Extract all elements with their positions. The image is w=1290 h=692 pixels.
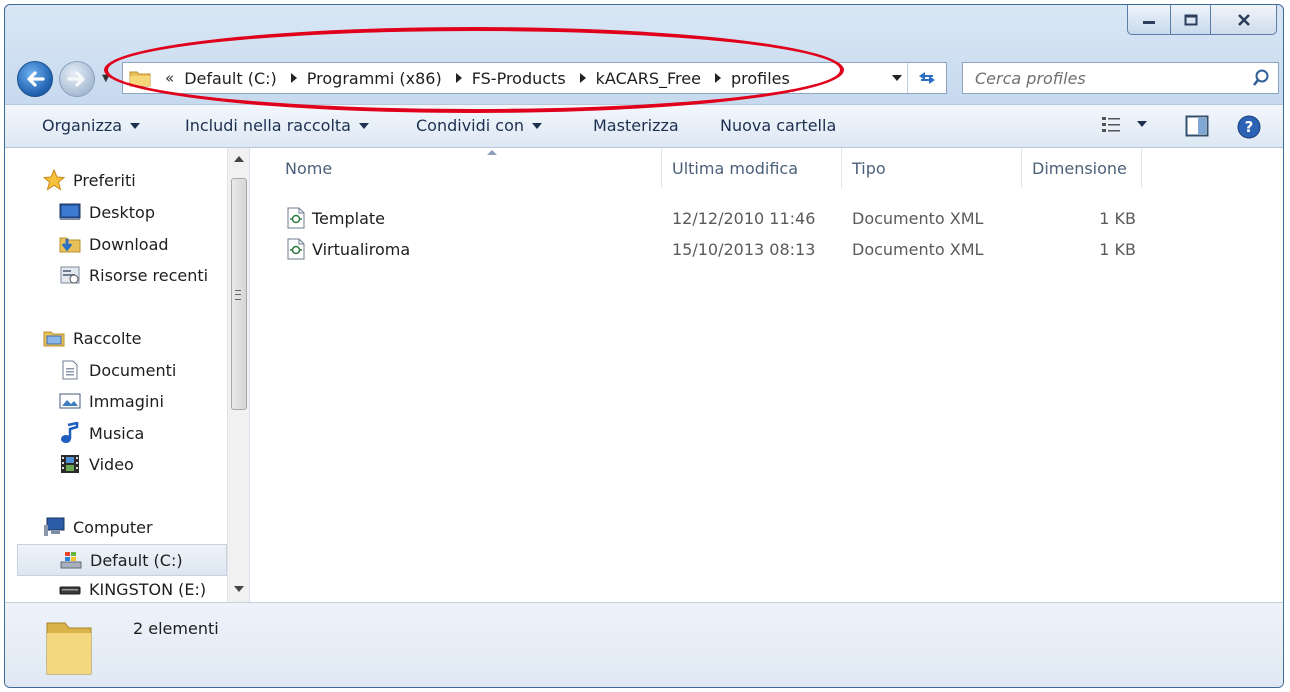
libraries-icon bbox=[43, 328, 65, 348]
recent-pages-dropdown[interactable]: ▼ bbox=[102, 73, 110, 84]
preview-pane-icon bbox=[1185, 115, 1209, 137]
arrow-right-icon bbox=[67, 71, 85, 87]
refresh-button[interactable] bbox=[907, 63, 946, 93]
nav-favorites[interactable]: Preferiti bbox=[43, 169, 136, 191]
sort-ascending-icon bbox=[487, 150, 497, 155]
column-header-name[interactable]: Nome bbox=[275, 148, 662, 188]
maximize-button[interactable] bbox=[1171, 5, 1211, 35]
include-in-library-menu[interactable]: Includi nella raccolta bbox=[185, 116, 369, 135]
address-dropdown-icon[interactable] bbox=[892, 75, 902, 81]
svg-text:?: ? bbox=[1245, 118, 1254, 136]
table-row[interactable]: Virtualiroma 15/10/2013 08:13 Documento … bbox=[250, 234, 1150, 264]
music-icon bbox=[59, 422, 81, 443]
details-pane: 2 elementi bbox=[5, 602, 1283, 687]
nav-libraries[interactable]: Raccolte bbox=[43, 328, 142, 348]
navigation-pane: Preferiti Desktop Download Risorse recen… bbox=[5, 148, 250, 602]
folder-icon bbox=[46, 622, 92, 675]
nav-item-music[interactable]: Musica bbox=[59, 422, 144, 443]
chevron-down-icon bbox=[1137, 121, 1147, 127]
file-size: 1 KB bbox=[1099, 209, 1136, 228]
video-icon bbox=[59, 454, 81, 474]
navigation-row: ▼ « Default (C:) Programmi (x86) FS-Prod… bbox=[5, 49, 1283, 101]
file-modified: 12/12/2010 11:46 bbox=[672, 209, 816, 228]
breadcrumb-chevron-icon[interactable] bbox=[579, 73, 586, 83]
document-icon bbox=[59, 360, 81, 380]
close-icon bbox=[1237, 13, 1250, 26]
download-folder-icon bbox=[59, 234, 81, 254]
file-name: Virtualiroma bbox=[312, 240, 411, 259]
help-button[interactable]: ? bbox=[1237, 115, 1261, 139]
breadcrumb-overflow[interactable]: « bbox=[165, 69, 174, 87]
breadcrumb-item[interactable]: profiles bbox=[731, 69, 790, 88]
breadcrumb-item[interactable]: Default (C:) bbox=[184, 69, 277, 88]
search-input[interactable] bbox=[973, 67, 1247, 89]
maximize-icon bbox=[1184, 14, 1197, 25]
breadcrumb-item[interactable]: kACARS_Free bbox=[596, 69, 701, 88]
arrow-left-icon bbox=[27, 71, 45, 87]
change-view-button[interactable] bbox=[1101, 115, 1147, 133]
nav-computer[interactable]: Computer bbox=[43, 517, 153, 537]
minimize-icon bbox=[1143, 20, 1155, 24]
breadcrumb-item[interactable]: FS-Products bbox=[472, 69, 566, 88]
removable-drive-icon bbox=[59, 579, 81, 599]
recent-places-icon bbox=[59, 265, 81, 285]
column-header-type[interactable]: Tipo bbox=[842, 148, 1022, 188]
nav-item-kingston-e[interactable]: KINGSTON (E:) bbox=[59, 579, 206, 599]
nav-item-recent-places[interactable]: Risorse recenti bbox=[59, 265, 208, 285]
column-header-size[interactable]: Dimensione bbox=[1022, 148, 1142, 188]
nav-item-pictures[interactable]: Immagini bbox=[59, 391, 164, 411]
table-row[interactable]: Template 12/12/2010 11:46 Documento XML … bbox=[250, 203, 1150, 233]
computer-icon bbox=[43, 517, 65, 537]
desktop-icon bbox=[59, 202, 81, 222]
file-list: Nome Ultima modifica Tipo Dimensione Tem… bbox=[250, 148, 1283, 602]
item-count: 2 elementi bbox=[133, 619, 219, 638]
refresh-icon bbox=[919, 72, 935, 84]
xml-file-icon bbox=[287, 207, 305, 229]
new-folder-button[interactable]: Nuova cartella bbox=[720, 116, 836, 135]
help-icon: ? bbox=[1237, 115, 1261, 139]
file-name: Template bbox=[312, 209, 386, 228]
address-bar[interactable]: « Default (C:) Programmi (x86) FS-Produc… bbox=[122, 62, 947, 94]
picture-icon bbox=[59, 391, 81, 411]
burn-button[interactable]: Masterizza bbox=[593, 116, 679, 135]
scroll-down-icon[interactable] bbox=[234, 586, 244, 592]
search-icon[interactable] bbox=[1252, 69, 1270, 87]
nav-item-download[interactable]: Download bbox=[59, 234, 169, 254]
scroll-up-icon[interactable] bbox=[234, 156, 244, 162]
nav-item-video[interactable]: Video bbox=[59, 454, 134, 474]
chevron-down-icon bbox=[358, 122, 369, 129]
breadcrumb-item[interactable]: Programmi (x86) bbox=[307, 69, 442, 88]
file-modified: 15/10/2013 08:13 bbox=[672, 240, 816, 259]
preview-pane-button[interactable] bbox=[1185, 115, 1209, 137]
organize-menu[interactable]: Organizza bbox=[42, 116, 141, 135]
nav-item-desktop[interactable]: Desktop bbox=[59, 202, 155, 222]
back-button[interactable] bbox=[17, 61, 53, 97]
grip-icon bbox=[235, 290, 241, 300]
minimize-button[interactable] bbox=[1127, 5, 1171, 35]
forward-button[interactable] bbox=[59, 61, 95, 97]
window-controls bbox=[1127, 5, 1277, 35]
breadcrumb-chevron-icon[interactable] bbox=[455, 73, 462, 83]
nav-item-documents[interactable]: Documenti bbox=[59, 360, 176, 380]
chevron-down-icon bbox=[532, 122, 543, 129]
close-button[interactable] bbox=[1211, 5, 1277, 35]
xml-file-icon bbox=[287, 238, 305, 260]
windows-drive-icon bbox=[60, 550, 82, 570]
breadcrumb-chevron-icon[interactable] bbox=[714, 73, 721, 83]
explorer-window: ▼ « Default (C:) Programmi (x86) FS-Prod… bbox=[4, 4, 1284, 688]
star-icon bbox=[43, 169, 65, 191]
view-details-icon bbox=[1102, 117, 1120, 132]
file-type: Documento XML bbox=[852, 240, 984, 259]
file-size: 1 KB bbox=[1099, 240, 1136, 259]
share-with-menu[interactable]: Condividi con bbox=[416, 116, 543, 135]
breadcrumb-chevron-icon[interactable] bbox=[290, 73, 297, 83]
command-bar: Organizza Includi nella raccolta Condivi… bbox=[5, 104, 1283, 148]
chevron-down-icon bbox=[130, 122, 141, 129]
file-type: Documento XML bbox=[852, 209, 984, 228]
column-header-modified[interactable]: Ultima modifica bbox=[662, 148, 842, 188]
search-box[interactable] bbox=[962, 62, 1279, 94]
folder-icon bbox=[129, 71, 151, 87]
nav-item-default-c[interactable]: Default (C:) bbox=[17, 544, 227, 576]
nav-scrollbar[interactable] bbox=[227, 148, 249, 602]
